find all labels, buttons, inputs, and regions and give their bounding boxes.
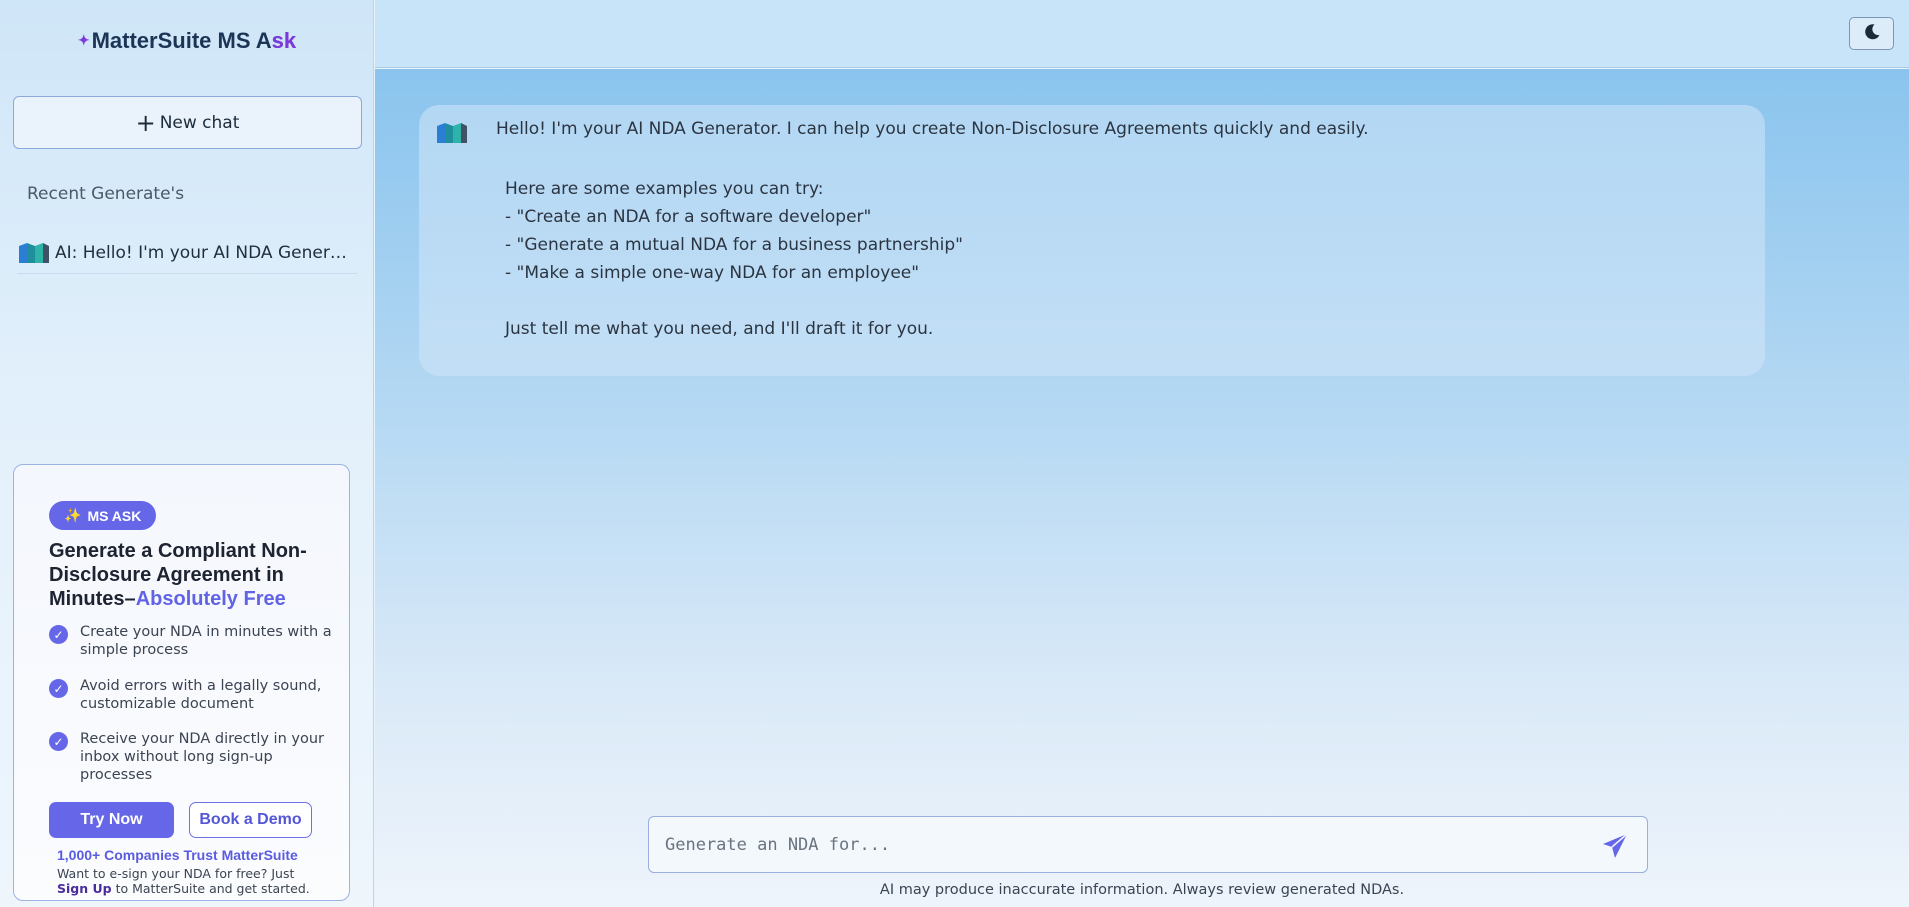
new-chat-button[interactable]: + New chat	[13, 96, 362, 149]
send-button[interactable]	[1601, 832, 1629, 860]
brand-logo[interactable]: ✦MatterSuite MS Ask	[0, 28, 374, 54]
try-now-button[interactable]: Try Now	[49, 802, 174, 838]
sign-up-link[interactable]: Sign Up	[57, 881, 112, 896]
disclaimer-text: AI may produce inaccurate information. A…	[879, 882, 1405, 898]
recent-chat-label: AI: Hello! I'm your AI NDA Generator. I …	[55, 242, 355, 263]
book-demo-button[interactable]: Book a Demo	[189, 802, 312, 838]
theme-toggle-button[interactable]	[1849, 17, 1894, 50]
esign-text: Want to e-sign your NDA for free? Just S…	[57, 866, 310, 896]
composer	[648, 816, 1648, 873]
message-greeting: Hello! I'm your AI NDA Generator. I can …	[496, 119, 1369, 139]
sidebar: ✦MatterSuite MS Ask + New chat Recent Ge…	[0, 0, 374, 907]
ms-ask-badge: ✨ MS ASK	[49, 501, 157, 530]
message-closing: Just tell me what you need, and I'll dra…	[505, 319, 934, 339]
example-item: - "Generate a mutual NDA for a business …	[505, 235, 963, 255]
send-icon	[1603, 833, 1628, 858]
top-bar	[375, 0, 1909, 68]
message-body: Here are some examples you can try: - "C…	[505, 175, 963, 343]
sparkles-icon: ✨	[64, 507, 82, 523]
feature-item: ✓ Create your NDA in minutes with a simp…	[49, 623, 339, 659]
sparkle-icon: ✦	[77, 32, 90, 48]
promo-card: ✨ MS ASK Generate a Compliant Non-Disclo…	[13, 464, 350, 901]
check-icon: ✓	[49, 625, 68, 644]
check-icon: ✓	[49, 679, 68, 698]
example-item: - "Make a simple one-way NDA for an empl…	[505, 263, 920, 283]
promo-title: Generate a Compliant Non-Disclosure Agre…	[49, 540, 307, 610]
examples-intro: Here are some examples you can try:	[505, 179, 824, 199]
example-item: - "Create an NDA for a software develope…	[505, 207, 872, 227]
mattersuite-logo-icon	[435, 122, 469, 148]
feature-item: ✓ Receive your NDA directly in your inbo…	[49, 730, 339, 784]
plus-icon: +	[135, 108, 156, 137]
prompt-input[interactable]	[665, 817, 1565, 872]
moon-icon	[1863, 23, 1881, 45]
ai-message: Hello! I'm your AI NDA Generator. I can …	[419, 105, 1765, 376]
recent-chat-item[interactable]: AI: Hello! I'm your AI NDA Generator. I …	[17, 232, 357, 274]
mattersuite-logo-icon	[17, 242, 51, 264]
feature-item: ✓ Avoid errors with a legally sound, cus…	[49, 677, 339, 713]
check-icon: ✓	[49, 732, 68, 751]
trust-text: 1,000+ Companies Trust MatterSuite	[57, 847, 298, 863]
chat-area: Hello! I'm your AI NDA Generator. I can …	[375, 69, 1909, 907]
recent-section-title: Recent Generate's	[27, 184, 185, 204]
